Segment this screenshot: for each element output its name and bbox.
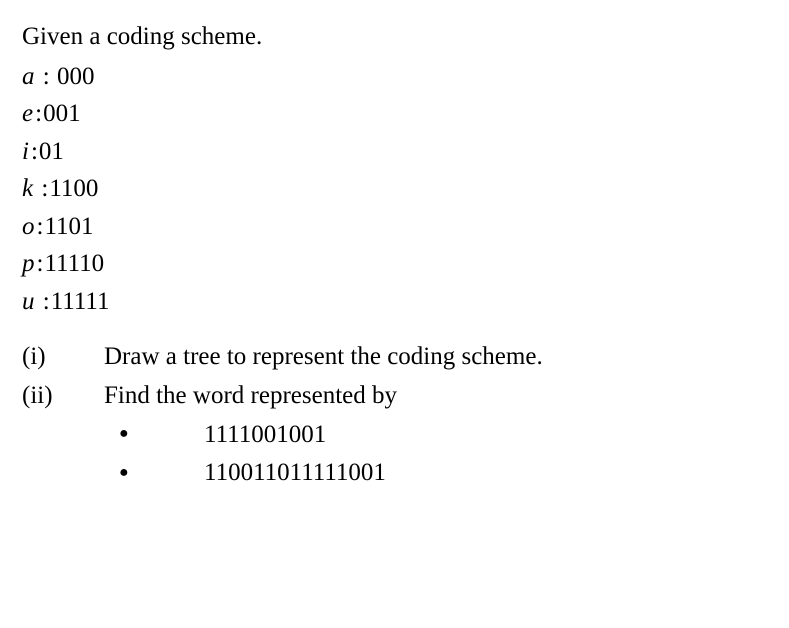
bullet-text: 1111001001 (204, 416, 767, 455)
bullet-text: 110011011111001 (204, 454, 767, 493)
code-bits: 01 (39, 138, 64, 165)
code-bits: 001 (43, 100, 81, 127)
code-symbol: i (22, 138, 29, 165)
code-line: o:1101 (22, 208, 767, 246)
code-sep: : (37, 63, 56, 90)
code-sep: : (37, 250, 44, 277)
code-symbol: a (22, 63, 35, 90)
code-line: u :11111 (22, 283, 767, 321)
code-sep: : (35, 100, 42, 127)
code-line: a : 000 (22, 58, 767, 96)
code-sep: : (35, 175, 48, 202)
part-text: Find the word represented by (104, 377, 767, 416)
code-bits: 1100 (49, 175, 98, 202)
code-bits: 1101 (44, 213, 93, 240)
part-label: (ii) (22, 377, 104, 416)
code-symbol: k (22, 175, 33, 202)
coding-scheme-list: a : 000 e:001 i:01 k :1100 o:1101 p:1111… (22, 58, 767, 321)
code-sep: : (37, 213, 44, 240)
part-ii: (ii) Find the word represented by (22, 377, 767, 416)
bullet-item: ● 1111001001 (104, 416, 767, 455)
code-bits: 000 (57, 63, 95, 90)
bullet-icon: ● (104, 461, 204, 486)
code-symbol: p (22, 250, 35, 277)
code-bits: 11110 (44, 250, 104, 277)
code-sep: : (31, 138, 38, 165)
code-line: i:01 (22, 133, 767, 171)
code-line: e:001 (22, 95, 767, 133)
code-line: p:11110 (22, 245, 767, 283)
code-bits: 11111 (51, 288, 110, 315)
code-symbol: e (22, 100, 33, 127)
code-sep: : (37, 288, 50, 315)
part-label: (i) (22, 338, 104, 377)
intro-text: Given a coding scheme. (22, 18, 767, 56)
code-symbol: u (22, 288, 35, 315)
part-text: Draw a tree to represent the coding sche… (104, 338, 767, 377)
bullet-item: ● 110011011111001 (104, 454, 767, 493)
bullet-icon: ● (104, 422, 204, 447)
part-i: (i) Draw a tree to represent the coding … (22, 338, 767, 377)
question-parts: (i) Draw a tree to represent the coding … (22, 338, 767, 493)
code-line: k :1100 (22, 170, 767, 208)
code-symbol: o (22, 213, 35, 240)
